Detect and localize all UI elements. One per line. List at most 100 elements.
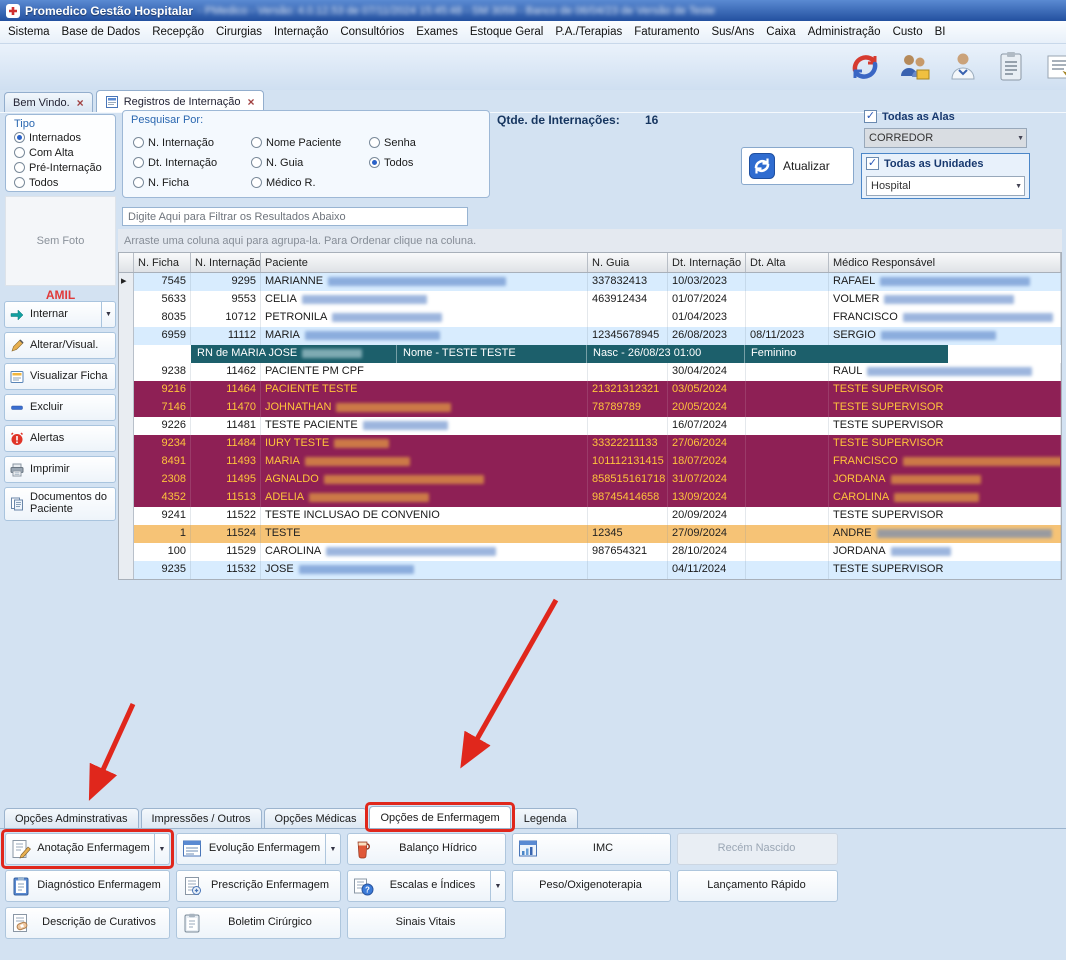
menu-item-cirurgias[interactable]: Cirurgias	[210, 23, 268, 41]
table-row[interactable]: 9216 11464 PACIENTE TESTE 21321312321 03/05/…	[119, 381, 1061, 399]
table-row[interactable]: 9241 11522 TESTE INCLUSAO DE CONVENIO 20/09…	[119, 507, 1061, 525]
menu-item-internacao[interactable]: Internação	[268, 23, 334, 41]
cell-n-guia	[588, 363, 668, 381]
unidades-dropdown[interactable]: Hospital ▼	[866, 176, 1025, 196]
sidebar-button-imprimir[interactable]: Imprimir	[4, 456, 116, 483]
radio-com-alta[interactable]: Com Alta	[10, 145, 115, 160]
radio-todos[interactable]: Todos	[369, 155, 413, 170]
menu-item-exames[interactable]: Exames	[410, 23, 464, 41]
table-row[interactable]: 8035 10712 PETRONILA 01/04/2023 FRANCISCO	[119, 309, 1061, 327]
button-evolucao-enfermagem[interactable]: Evolução Enfermagem ▼	[176, 833, 341, 865]
radio-internados[interactable]: Internados	[10, 130, 115, 145]
dropdown-arrow-icon[interactable]: ▼	[154, 834, 169, 864]
radio-dt-internacao[interactable]: Dt. Internação	[133, 155, 217, 170]
button-boletim-cirurgico[interactable]: Boletim Cirúrgico	[176, 907, 341, 939]
menu-item-sus-ans[interactable]: Sus/Ans	[705, 23, 760, 41]
newborn-row[interactable]: RN de MARIA JOSE Nome - TESTE TESTE Nasc -…	[119, 345, 1061, 363]
button-peso-oxigenoterapia[interactable]: Peso/Oxigenoterapia	[512, 870, 671, 902]
sidebar-button-alertas[interactable]: Alertas	[4, 425, 116, 452]
menu-item-custo[interactable]: Custo	[887, 23, 929, 41]
sync-icon[interactable]	[848, 50, 882, 84]
radio-pre-internacao[interactable]: Pré-Internação	[10, 160, 115, 175]
menu-item-faturamento[interactable]: Faturamento	[628, 23, 705, 41]
menu-item-consultorios[interactable]: Consultórios	[334, 23, 410, 41]
bottom-tab-opcoes-de-enfermagem[interactable]: Opções de Enfermagem	[369, 806, 511, 828]
column-header-n-guia[interactable]: N. Guia	[588, 253, 668, 272]
bottom-tab-impressoes-outros[interactable]: Impressões / Outros	[140, 808, 262, 828]
close-icon[interactable]: ×	[77, 96, 84, 110]
table-row[interactable]: 100 11529 CAROLINA 987654321 28/10/2024 JORDA…	[119, 543, 1061, 561]
button-lancamento-rapido[interactable]: Lançamento Rápido	[677, 870, 838, 902]
sidebar-button-documentos-do-paciente[interactable]: Documentos do Paciente	[4, 487, 116, 521]
button-escalas-e-indices[interactable]: ? Escalas e Índices ▼	[347, 870, 506, 902]
table-row[interactable]: 4352 11513 ADELIA 98745414658 13/09/2024 CARO…	[119, 489, 1061, 507]
radio-senha[interactable]: Senha	[369, 135, 416, 150]
notes-icon[interactable]	[995, 50, 1029, 84]
radio-n-ficha[interactable]: N. Ficha	[133, 175, 189, 190]
button-descricao-de-curativos[interactable]: Descrição de Curativos	[5, 907, 170, 939]
filter-input[interactable]	[122, 207, 468, 226]
table-row[interactable]: 9234 11484 IURY TESTE 33322211133 27/06/2024…	[119, 435, 1061, 453]
button-prescricao-enfermagem[interactable]: Prescrição Enfermagem	[176, 870, 341, 902]
button-sinais-vitais[interactable]: Sinais Vitais	[347, 907, 506, 939]
column-header-dt-alta[interactable]: Dt. Alta	[746, 253, 829, 272]
radio-n-internacao[interactable]: N. Internação	[133, 135, 214, 150]
radio-n-guia[interactable]: N. Guia	[251, 155, 303, 170]
sidebar-button-visualizar-ficha[interactable]: Visualizar Ficha	[4, 363, 116, 390]
cell-n-ficha: 9241	[134, 507, 191, 525]
menu-item-administracao[interactable]: Administração	[802, 23, 887, 41]
sidebar-button-alterar-visual[interactable]: Alterar/Visual.	[4, 332, 116, 359]
menu-item-bi[interactable]: BI	[929, 23, 952, 41]
todas-alas-checkbox[interactable]: ✓ Todas as Alas	[864, 110, 955, 123]
table-row[interactable]: 9238 11462 PACIENTE PM CPF 30/04/2024 RAUL	[119, 363, 1061, 381]
column-header-paciente[interactable]: Paciente	[261, 253, 588, 272]
menu-item-p-a-terapias[interactable]: P.A./Terapias	[549, 23, 628, 41]
todas-unidades-checkbox[interactable]: ✓ Todas as Unidades	[866, 157, 983, 170]
table-row[interactable]: 2308 11495 AGNALDO 858515161718 31/07/2024 JO…	[119, 471, 1061, 489]
close-icon[interactable]: ×	[247, 95, 254, 109]
dropdown-arrow-icon[interactable]: ▼	[101, 302, 115, 327]
column-header-n-internacao[interactable]: N. Internação	[191, 253, 261, 272]
staff-icon[interactable]	[946, 50, 980, 84]
column-header-dt-internacao[interactable]: Dt. Internação	[668, 253, 746, 272]
radio-medico-r[interactable]: Médico R.	[251, 175, 316, 190]
radio-todos[interactable]: Todos	[10, 175, 115, 190]
dropdown-arrow-icon[interactable]: ▼	[325, 834, 340, 864]
button-anotacao-enfermagem[interactable]: Anotação Enfermagem ▼	[5, 833, 170, 865]
radio-nome-paciente[interactable]: Nome Paciente	[251, 135, 341, 150]
toolbar	[0, 44, 1066, 90]
button-balanco-hidrico[interactable]: Balanço Hídrico	[347, 833, 506, 865]
table-row[interactable]: 9226 11481 TESTE PACIENTE 16/07/2024 TESTE S…	[119, 417, 1061, 435]
cell-dt-alta	[746, 489, 829, 507]
table-row[interactable]: 1 11524 TESTE 12345 27/09/2024 ANDRE	[119, 525, 1061, 543]
button-diagnostico-enfermagem[interactable]: Diagnóstico Enfermagem	[5, 870, 170, 902]
table-row[interactable]: 9235 11532 JOSE 04/11/2024 TESTE SUPERVISOR	[119, 561, 1061, 579]
menu-item-caixa[interactable]: Caixa	[760, 23, 801, 41]
button-imc[interactable]: IMC	[512, 833, 671, 865]
mail-icon[interactable]	[1044, 50, 1066, 84]
sidebar-button-internar[interactable]: Internar ▼	[4, 301, 116, 328]
menu-item-base-de-dados[interactable]: Base de Dados	[56, 23, 147, 41]
radio-label: Senha	[384, 136, 416, 149]
table-row[interactable]: 8491 11493 MARIA 101112131415 18/07/2024 FRAN…	[119, 453, 1061, 471]
menu-item-recepcao[interactable]: Recepção	[146, 23, 210, 41]
column-header-n-ficha[interactable]: N. Ficha	[134, 253, 191, 272]
dropdown-arrow-icon[interactable]: ▼	[490, 871, 505, 901]
tab-bem-vindo[interactable]: Bem Vindo. ×	[4, 92, 93, 113]
table-row[interactable]: 7146 11470 JOHNATHAN 78789789 20/05/2024 TEST…	[119, 399, 1061, 417]
bottom-tab-opcoes-adminstrativas[interactable]: Opções Adminstrativas	[4, 808, 139, 828]
bottom-tab-legenda[interactable]: Legenda	[512, 808, 578, 828]
bottom-tab-opcoes-medicas[interactable]: Opções Médicas	[263, 808, 368, 828]
patients-icon[interactable]	[897, 50, 931, 84]
table-row[interactable]: 5633 9553 CELIA 463912434 01/07/2024 VOLMER	[119, 291, 1061, 309]
table-row[interactable]: ▸ 7545 9295 MARIANNE 337832413 10/03/2023 RAFA…	[119, 273, 1061, 291]
menu-item-sistema[interactable]: Sistema	[2, 23, 56, 41]
column-header-medico-responsavel[interactable]: Médico Responsável	[829, 253, 1061, 272]
menu-item-estoque-geral[interactable]: Estoque Geral	[464, 23, 550, 41]
alas-dropdown[interactable]: CORREDOR ▼	[864, 128, 1027, 148]
row-selector	[119, 327, 134, 345]
table-row[interactable]: 6959 11112 MARIA 12345678945 26/08/2023 08/11…	[119, 327, 1061, 345]
sidebar-button-excluir[interactable]: Excluir	[4, 394, 116, 421]
atualizar-button[interactable]: Atualizar	[741, 147, 854, 185]
cell-n-ficha: 6959	[134, 327, 191, 345]
